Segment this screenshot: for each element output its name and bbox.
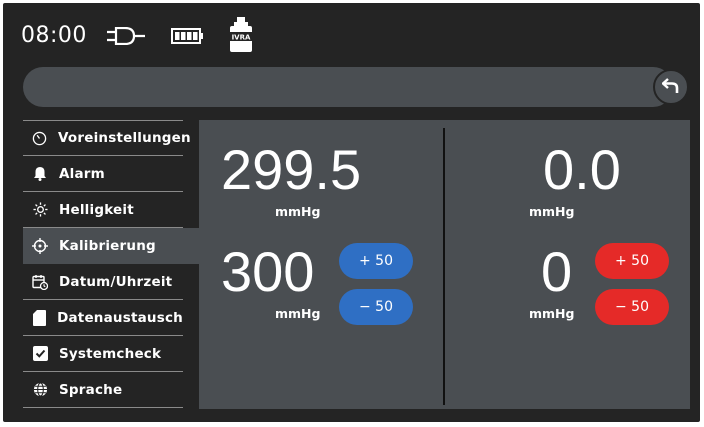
sidebar-item-kalibrierung[interactable]: Kalibrierung xyxy=(23,228,199,264)
calibration-panel: 299.5 mmHg 300 mmHg + 50 − 50 0.0 mmHg 0… xyxy=(199,120,690,409)
left-measured-value: 299.5 xyxy=(221,138,362,201)
back-button[interactable] xyxy=(653,69,689,105)
power-plug-icon xyxy=(107,26,147,49)
sidebar-item-datenaustausch[interactable]: Datenaustausch xyxy=(23,300,183,336)
left-target-unit: mmHg xyxy=(275,306,321,321)
sidebar-item-sprache[interactable]: Sprache xyxy=(23,372,183,408)
ivra-device-icon: IVRA xyxy=(227,17,255,57)
left-target-value: 300 xyxy=(221,240,315,303)
sidebar-item-label: Sprache xyxy=(59,381,123,398)
sidebar-item-label: Kalibrierung xyxy=(59,237,156,254)
sidebar-item-label: Alarm xyxy=(59,165,105,182)
panel-divider xyxy=(443,128,445,405)
bell-icon xyxy=(32,166,48,182)
battery-icon xyxy=(171,28,205,48)
right-plus-50-button[interactable]: + 50 xyxy=(595,243,669,279)
right-target-value: 0 xyxy=(541,240,573,303)
sidebar-item-label: Systemcheck xyxy=(59,345,162,362)
right-target-unit: mmHg xyxy=(529,306,575,321)
settings-sidebar: Voreinstellungen Alarm Helligkeit Kalibr… xyxy=(23,120,199,408)
sidebar-item-systemcheck[interactable]: Systemcheck xyxy=(23,336,183,372)
sidebar-item-alarm[interactable]: Alarm xyxy=(23,156,183,192)
sidebar-item-datum-uhrzeit[interactable]: Datum/Uhrzeit xyxy=(23,264,183,300)
calendar-clock-icon xyxy=(32,274,48,290)
back-arrow-icon xyxy=(661,76,680,98)
right-measured-value: 0.0 xyxy=(543,138,621,201)
gauge-icon xyxy=(32,130,47,146)
sidebar-item-label: Datum/Uhrzeit xyxy=(59,273,173,290)
sun-icon xyxy=(32,202,48,218)
sidebar-item-label: Datenaustausch xyxy=(57,309,183,326)
svg-text:IVRA: IVRA xyxy=(232,34,251,42)
right-minus-50-button[interactable]: − 50 xyxy=(595,289,669,325)
sd-card-icon xyxy=(32,309,46,326)
globe-icon xyxy=(32,382,48,398)
breadcrumb-bar xyxy=(23,67,673,107)
sidebar-item-label: Helligkeit xyxy=(59,201,134,218)
sidebar-item-voreinstellungen[interactable]: Voreinstellungen xyxy=(23,120,191,156)
device-screen: 08:00 IVRA Voreinstellungen Alarm Hellig… xyxy=(3,3,700,422)
status-bar: 08:00 IVRA xyxy=(3,3,700,65)
clock: 08:00 xyxy=(21,23,87,48)
sidebar-item-helligkeit[interactable]: Helligkeit xyxy=(23,192,183,228)
crosshair-icon xyxy=(32,237,48,254)
sidebar-item-label: Voreinstellungen xyxy=(58,130,191,146)
left-plus-50-button[interactable]: + 50 xyxy=(339,243,413,279)
left-measured-unit: mmHg xyxy=(275,204,321,219)
left-minus-50-button[interactable]: − 50 xyxy=(339,289,413,325)
right-measured-unit: mmHg xyxy=(529,204,575,219)
checkbox-icon xyxy=(32,346,48,362)
